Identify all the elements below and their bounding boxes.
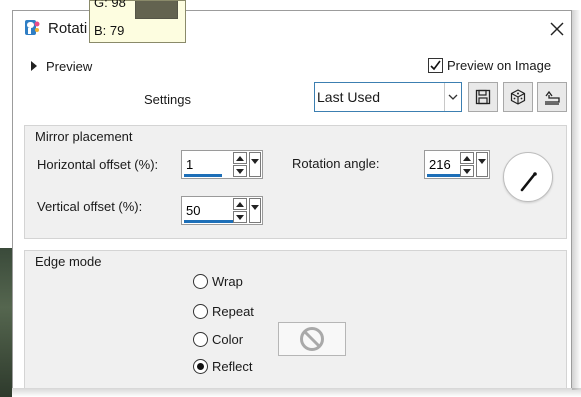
decrement-button[interactable] — [233, 211, 247, 223]
radio-button[interactable] — [193, 273, 208, 289]
randomize-button[interactable] — [503, 82, 533, 112]
dial-needle-icon — [520, 172, 537, 192]
increment-button[interactable] — [233, 198, 247, 210]
horizontal-offset-label: Horizontal offset (%): — [37, 157, 159, 172]
radio-repeat[interactable]: Repeat — [193, 301, 254, 321]
slider-dropdown-button[interactable] — [476, 152, 488, 177]
close-icon[interactable] — [547, 19, 567, 39]
mirror-placement-title: Mirror placement — [35, 129, 133, 144]
value-bar — [184, 174, 222, 177]
radio-wrap[interactable]: Wrap — [193, 271, 243, 291]
rotating-mirror-dialog: Rotati Preview Preview on Image Settings… — [12, 10, 572, 388]
vertical-offset-input[interactable] — [185, 200, 229, 220]
slider-dropdown-button[interactable] — [249, 152, 261, 177]
radio-button[interactable] — [193, 331, 208, 347]
edge-mode-title: Edge mode — [35, 254, 102, 269]
reset-icon — [545, 90, 560, 105]
radio-selected-dot — [197, 362, 204, 370]
increment-button[interactable] — [460, 152, 474, 164]
save-preset-button[interactable] — [468, 82, 498, 112]
rotation-angle-input[interactable] — [428, 154, 458, 174]
preset-value: Last Used — [317, 89, 381, 105]
preset-dropdown[interactable]: Last Used — [314, 82, 462, 112]
color-value-tooltip: G: 98 B: 79 — [89, 0, 186, 43]
edge-mode-group: Edge mode — [24, 250, 567, 388]
dialog-shadow-bottom — [12, 388, 581, 397]
slider-dropdown-button[interactable] — [249, 198, 261, 223]
radio-label: Reflect — [212, 358, 253, 374]
expand-arrow-icon — [31, 61, 37, 71]
radio-label: Color — [212, 331, 244, 347]
save-preset-icon — [475, 89, 491, 105]
color-swatch — [135, 1, 178, 19]
randomize-dice-icon — [510, 89, 526, 105]
radio-button[interactable] — [193, 303, 208, 319]
preview-expander[interactable]: Preview — [31, 56, 92, 76]
edge-color-button[interactable] — [278, 322, 346, 356]
preview-on-image-checkbox[interactable]: Preview on Image — [428, 54, 551, 76]
rotation-angle-label: Rotation angle: — [292, 156, 380, 171]
preview-label: Preview — [46, 58, 93, 74]
dialog-title: Rotati — [48, 20, 88, 37]
checkbox-box[interactable] — [428, 57, 443, 73]
radio-label: Wrap — [212, 273, 243, 289]
vertical-offset-label: Vertical offset (%): — [37, 199, 143, 214]
chevron-down-icon[interactable] — [444, 83, 461, 111]
dialog-shadow — [572, 10, 581, 390]
decrement-button[interactable] — [233, 165, 247, 177]
radio-button[interactable] — [193, 358, 208, 374]
rotation-angle-dial[interactable] — [503, 152, 553, 202]
paint-app-icon — [25, 20, 40, 35]
increment-button[interactable] — [233, 152, 247, 164]
mirror-placement-group: Mirror placement — [24, 125, 567, 239]
radio-label: Repeat — [212, 303, 254, 319]
radio-color[interactable]: Color — [193, 329, 243, 349]
green-value: G: 98 — [94, 0, 126, 10]
horizontal-offset-input[interactable] — [185, 154, 229, 174]
vertical-offset-stepper[interactable] — [181, 196, 263, 225]
preview-on-image-label: Preview on Image — [447, 57, 552, 73]
reset-button[interactable] — [537, 82, 567, 112]
decrement-button[interactable] — [460, 165, 474, 177]
checkmark-icon — [430, 60, 441, 70]
rotation-angle-stepper[interactable] — [424, 150, 490, 179]
horizontal-offset-stepper[interactable] — [181, 150, 263, 179]
radio-reflect[interactable]: Reflect — [193, 356, 252, 376]
blue-value: B: 79 — [94, 23, 125, 38]
disabled-circle-icon — [300, 327, 324, 351]
background-image-strip — [0, 248, 12, 397]
settings-label: Settings — [144, 92, 191, 107]
